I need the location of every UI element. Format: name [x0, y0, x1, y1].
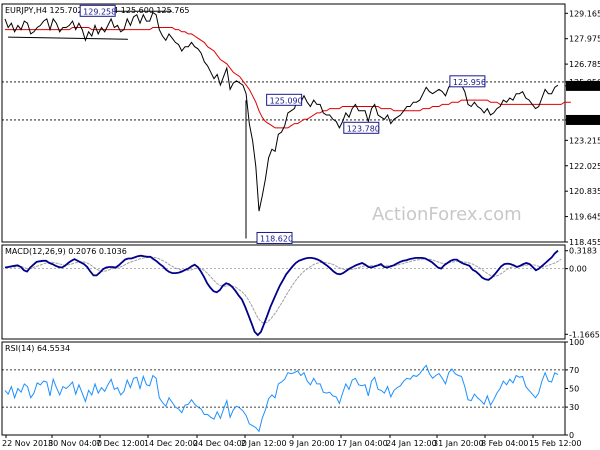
y-tick-label: 0.00: [569, 265, 587, 274]
x-tick-label: 31 Jan 20:00: [433, 439, 484, 448]
x-tick-label: 22 Nov 2018: [2, 439, 53, 448]
y-tick-label: 120.835: [569, 187, 600, 196]
y-tick-label: 118.455: [569, 238, 600, 247]
panel-header: RSI(14) 64.5534: [5, 344, 70, 353]
x-tick-label: 30 Nov 04:00: [48, 439, 102, 448]
y-tick-label: 119.645: [569, 213, 600, 222]
x-tick-label: 17 Jan 04:00: [337, 439, 388, 448]
y-tick-label: 100: [569, 338, 584, 347]
y-tick-label: 127.975: [569, 35, 600, 44]
x-tick-label: 14 Dec 20:00: [144, 439, 198, 448]
panel-header: MACD(12,26,9) 0.2076 0.1036: [5, 247, 127, 256]
panel-frame: [1, 244, 566, 340]
y-tick-label: 70: [569, 366, 579, 375]
annotation-label: 125.090: [270, 96, 303, 105]
annotation-label: 129.258: [83, 7, 116, 16]
x-axis: 22 Nov 201830 Nov 04:007 Dec 12:00 14 Dec…: [2, 435, 581, 448]
y-tick-label: 126.785: [569, 60, 600, 69]
price-panel: EURJPY,H4 125.702 125.904 125.600 125.76…: [1, 3, 600, 247]
y-tick-label: 122.025: [569, 162, 600, 171]
x-tick-label: 9 Jan 20:00: [289, 439, 335, 448]
x-tick-label: 24 Dec 04:00: [193, 439, 247, 448]
watermark: ActionForex.com: [372, 204, 522, 225]
x-tick-label: 7 Dec 12:00: [96, 439, 145, 448]
annotation-label: 125.956: [453, 78, 486, 87]
y-tick-label: 129.165: [569, 9, 600, 18]
y-tick-label: 124.170: [568, 116, 600, 125]
x-tick-label: 2 Jan 12:00: [241, 439, 287, 448]
y-tick-label: 30: [569, 403, 579, 412]
x-tick-label: 8 Feb 04:00: [481, 439, 528, 448]
panel-frame: [1, 341, 566, 436]
macd-panel: MACD(12,26,9) 0.2076 0.1036 0.31830.00-1.…: [1, 244, 600, 340]
annotation-label: 123.780: [347, 124, 380, 133]
rsi-panel: RSI(14) 64.55341007050300: [1, 338, 584, 440]
chart-area: EURJPY,H4 125.702 125.904 125.600 125.76…: [1, 3, 600, 448]
y-tick-label: 125.765: [568, 82, 600, 91]
x-tick-label: 15 Feb 12:00: [529, 439, 581, 448]
annotation-label: 118.620: [260, 234, 293, 243]
x-tick-label: 24 Jan 12:00: [386, 439, 437, 448]
y-tick-label: 0.3183: [569, 247, 597, 256]
y-tick-label: 123.215: [569, 136, 600, 145]
y-tick-label: 50: [569, 385, 579, 394]
